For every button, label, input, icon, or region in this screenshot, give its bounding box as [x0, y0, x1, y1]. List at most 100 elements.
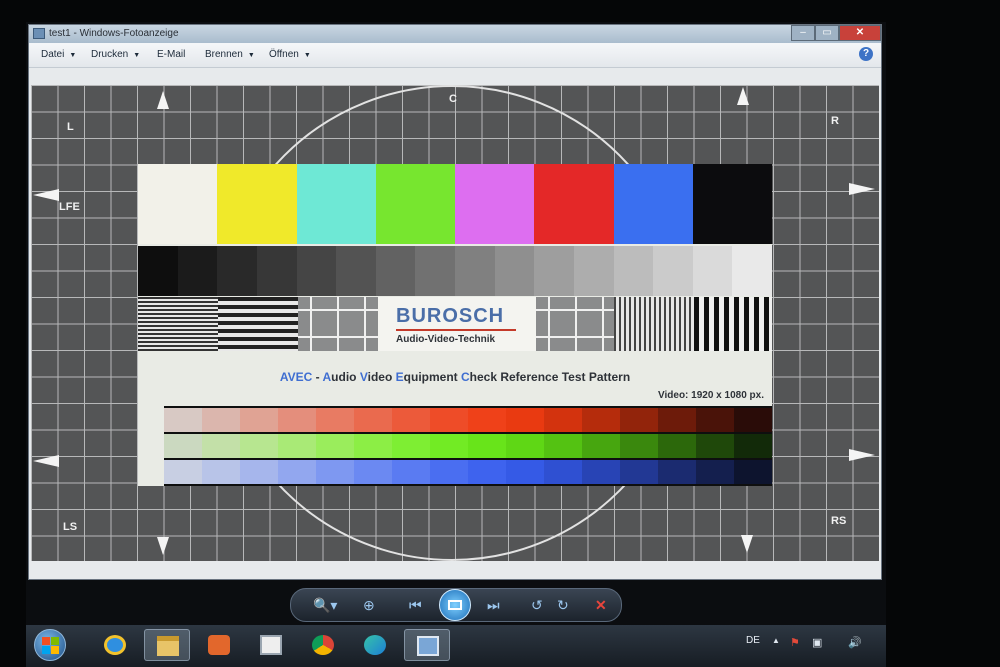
- gray-step: [177, 246, 218, 296]
- red-step: [316, 408, 354, 432]
- arrow-down-icon: [157, 537, 169, 555]
- gray-step: [415, 246, 455, 296]
- test-card-panel: BUROSCH Audio-Video-Technik AVEC - Audio…: [138, 164, 772, 486]
- red-step: [354, 408, 392, 432]
- red-step: [506, 408, 544, 432]
- tagline-part: quipment: [403, 370, 461, 384]
- green-step: [354, 434, 392, 458]
- color-bar: [296, 164, 376, 244]
- volume-icon[interactable]: 🔊: [848, 636, 862, 649]
- red-step: [278, 408, 316, 432]
- monitor-screen: test1 - Windows-Fotoanzeige – ▭ ✕ Datei ▼…: [26, 22, 886, 667]
- gray-step: [613, 246, 654, 296]
- notepad-icon: [260, 635, 282, 655]
- color-bar: [217, 164, 297, 244]
- taskbar-internet-explorer[interactable]: [92, 629, 138, 661]
- menu-datei[interactable]: Datei ▼: [41, 49, 76, 60]
- menu-drucken[interactable]: Drucken ▼: [91, 49, 140, 60]
- taskbar-media-player[interactable]: [196, 629, 242, 661]
- previous-button[interactable]: ⏮: [409, 597, 422, 613]
- next-button[interactable]: ⏭: [487, 597, 500, 613]
- pattern-tagline: AVEC - Audio Video Equipment Check Refer…: [138, 370, 772, 384]
- red-step: [658, 408, 696, 432]
- action-center-icon[interactable]: ⚑: [790, 636, 800, 649]
- green-step: [582, 434, 620, 458]
- internet-explorer-icon: [104, 635, 126, 655]
- crosshatch-pattern: [298, 297, 378, 351]
- menu-email[interactable]: E-Mail: [157, 49, 185, 60]
- resolution-patterns: BUROSCH Audio-Video-Technik: [138, 297, 772, 351]
- rotate-right-button[interactable]: ↻: [557, 597, 569, 613]
- arrow-right-icon: [849, 183, 875, 195]
- rotate-left-button[interactable]: ↺: [531, 597, 543, 613]
- tagline-part: AVEC: [279, 370, 313, 384]
- blue-step: [658, 460, 696, 484]
- green-saturation-ramp: [164, 434, 772, 458]
- zoom-button[interactable]: 🔍▾: [313, 597, 337, 613]
- menu-oeffnen[interactable]: Öffnen ▼: [269, 49, 311, 60]
- windows-logo-icon: [51, 646, 59, 654]
- maximize-button[interactable]: ▭: [815, 25, 839, 41]
- color-bar: [138, 164, 218, 244]
- resolution-label: Video: 1920 x 1080 px.: [658, 390, 764, 401]
- red-step: [164, 408, 202, 432]
- menu-brennen[interactable]: Brennen ▼: [205, 49, 255, 60]
- help-icon[interactable]: ?: [859, 47, 873, 61]
- minimize-button[interactable]: –: [791, 25, 815, 41]
- gray-step: [256, 246, 297, 296]
- taskbar-notepad[interactable]: [248, 629, 294, 661]
- windows-logo-icon: [42, 637, 50, 645]
- slideshow-button[interactable]: [439, 589, 471, 621]
- taskbar-edge[interactable]: [352, 629, 398, 661]
- tagline-part: -: [312, 370, 323, 384]
- blue-step: [354, 460, 392, 484]
- red-saturation-ramp: [164, 408, 772, 432]
- arrow-up-icon: [737, 87, 749, 105]
- delete-button[interactable]: ✕: [595, 597, 607, 613]
- actual-size-button[interactable]: ⊕: [363, 597, 375, 613]
- network-icon[interactable]: ▣: [812, 636, 822, 649]
- red-step: [544, 408, 582, 432]
- taskbar: DE ▲ ⚑ ▣ 🔊: [26, 625, 886, 667]
- gray-step: [336, 246, 376, 296]
- gray-ramp: [138, 246, 772, 296]
- fine-horizontal-lines: [138, 297, 218, 351]
- blue-step: [430, 460, 468, 484]
- gray-step: [692, 246, 733, 296]
- channel-label-ls: LS: [63, 521, 78, 533]
- title-bar[interactable]: test1 - Windows-Fotoanzeige – ▭ ✕: [29, 25, 881, 43]
- blue-step: [392, 460, 430, 484]
- color-bar: [375, 164, 455, 244]
- coarse-vertical-lines: [694, 297, 772, 351]
- red-step: [392, 408, 430, 432]
- viewer-toolbar: 🔍▾ ⊕ ⏮ ⏭ ↺ ↻ ✕: [290, 588, 622, 622]
- crosshatch-pattern: [536, 297, 614, 351]
- green-step: [544, 434, 582, 458]
- taskbar-photo-viewer[interactable]: [404, 629, 450, 661]
- arrow-left-icon: [33, 189, 59, 201]
- tagline-part: udio: [331, 370, 360, 384]
- channel-label-c: C: [449, 93, 457, 105]
- gray-step: [217, 246, 257, 296]
- window-title: test1 - Windows-Fotoanzeige: [49, 28, 179, 39]
- logo-text: BUROSCH: [396, 305, 505, 327]
- tagline-part: E: [395, 370, 404, 384]
- channel-label-rs: RS: [831, 515, 847, 527]
- arrow-right-icon: [849, 449, 875, 461]
- start-button[interactable]: [34, 629, 66, 661]
- arrow-up-icon: [157, 91, 169, 109]
- red-step: [734, 408, 772, 432]
- tagline-part: C: [460, 370, 470, 384]
- show-hidden-icons[interactable]: ▲: [772, 636, 780, 645]
- channel-label-l: L: [67, 121, 74, 133]
- taskbar-chrome[interactable]: [300, 629, 346, 661]
- arrow-down-icon: [741, 535, 753, 553]
- taskbar-file-explorer[interactable]: [144, 629, 190, 661]
- green-step: [430, 434, 468, 458]
- blue-step: [506, 460, 544, 484]
- blue-step: [582, 460, 620, 484]
- tagline-part: V: [359, 370, 368, 384]
- language-indicator[interactable]: DE: [746, 635, 760, 646]
- gray-step: [138, 246, 178, 296]
- close-button[interactable]: ✕: [839, 25, 881, 41]
